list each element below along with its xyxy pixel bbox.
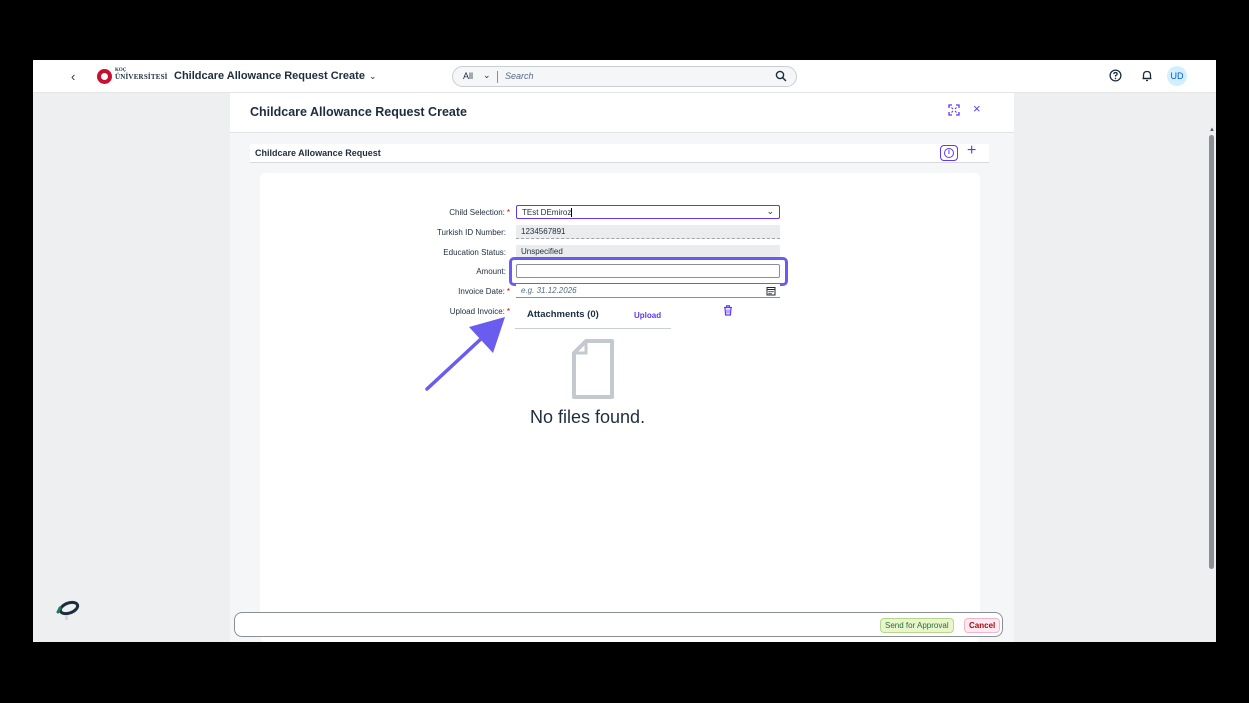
add-icon[interactable]: +: [967, 142, 976, 160]
chevron-down-icon[interactable]: ⌄: [483, 70, 491, 81]
invoice-date-placeholder: e.g. 31.12.2026: [521, 286, 577, 295]
attachments-title: Attachments (0): [527, 309, 599, 320]
upload-button[interactable]: Upload: [634, 311, 661, 320]
child-selection-combobox[interactable]: TEst DEmiroz ⌄: [516, 205, 780, 219]
attachments-divider: [515, 328, 671, 329]
scrollbar-thumb[interactable]: [1209, 135, 1214, 569]
screen: ‹ KOÇ ÜNİVERSİTESİ Childcare Allowance R…: [33, 60, 1216, 642]
create-dialog: Childcare Allowance Request Create × Chi…: [230, 93, 1215, 642]
search-input[interactable]: Search: [505, 71, 534, 81]
chevron-down-icon: ⌄: [368, 71, 377, 81]
chevron-down-icon[interactable]: ⌄: [766, 206, 774, 217]
amount-label: Amount:: [476, 267, 506, 276]
amount-highlight-box: [509, 257, 788, 286]
close-icon[interactable]: ×: [973, 101, 981, 116]
invoice-date-picker[interactable]: e.g. 31.12.2026: [516, 284, 780, 298]
search-divider: [497, 71, 498, 83]
bell-icon[interactable]: [1141, 69, 1153, 82]
app-title-menu[interactable]: Childcare Allowance Request Create ⌄: [174, 70, 376, 82]
logo-line2: ÜNİVERSİTESİ: [115, 73, 168, 81]
app-title: Childcare Allowance Request Create: [174, 70, 365, 82]
avatar[interactable]: UD: [1167, 66, 1187, 86]
pointer-arrow-annotation: [425, 317, 505, 391]
education-status-label: Education Status:: [443, 248, 506, 257]
delete-icon[interactable]: [723, 305, 733, 316]
section-title: Childcare Allowance Request: [255, 148, 381, 158]
scroll-up-icon[interactable]: ▲: [1209, 127, 1215, 133]
shell-bar: ‹ KOÇ ÜNİVERSİTESİ Childcare Allowance R…: [33, 60, 1216, 93]
child-selection-label: Child Selection: *: [449, 208, 510, 217]
search-scope-select[interactable]: All: [463, 71, 473, 81]
help-icon[interactable]: [1109, 69, 1122, 82]
search-icon[interactable]: [775, 70, 787, 82]
back-icon[interactable]: ‹: [71, 69, 75, 84]
fullscreen-icon[interactable]: [948, 104, 960, 116]
info-icon: i: [944, 148, 954, 158]
empty-document-icon: [572, 339, 614, 399]
dialog-header: Childcare Allowance Request Create ×: [230, 93, 1014, 133]
calendar-icon[interactable]: [766, 286, 776, 296]
search-bar: All ⌄ Search: [452, 66, 797, 87]
turkish-id-label: Turkish ID Number:: [436, 228, 506, 237]
turkish-id-field: 1234567891: [516, 225, 780, 239]
send-for-approval-button[interactable]: Send for Approval: [880, 618, 954, 633]
koc-university-logo[interactable]: KOÇ ÜNİVERSİTESİ: [97, 68, 167, 84]
logo-mark-icon: [97, 69, 112, 84]
footer-bar: Send for Approval Cancel: [234, 612, 1003, 637]
child-selection-value: TEst DEmiroz: [522, 208, 572, 217]
no-files-text: No files found.: [530, 407, 646, 427]
cancel-button[interactable]: Cancel: [964, 618, 1001, 633]
recorder-logo-icon[interactable]: [56, 598, 82, 624]
section-toolbar: Childcare Allowance Request i +: [250, 142, 989, 163]
form-card: Child Selection: * Turkish ID Number: Edu…: [260, 173, 980, 642]
invoice-date-label: Invoice Date: *: [458, 287, 510, 296]
dialog-title: Childcare Allowance Request Create: [250, 105, 467, 119]
text-cursor: [571, 208, 573, 218]
info-button[interactable]: i: [940, 145, 958, 161]
